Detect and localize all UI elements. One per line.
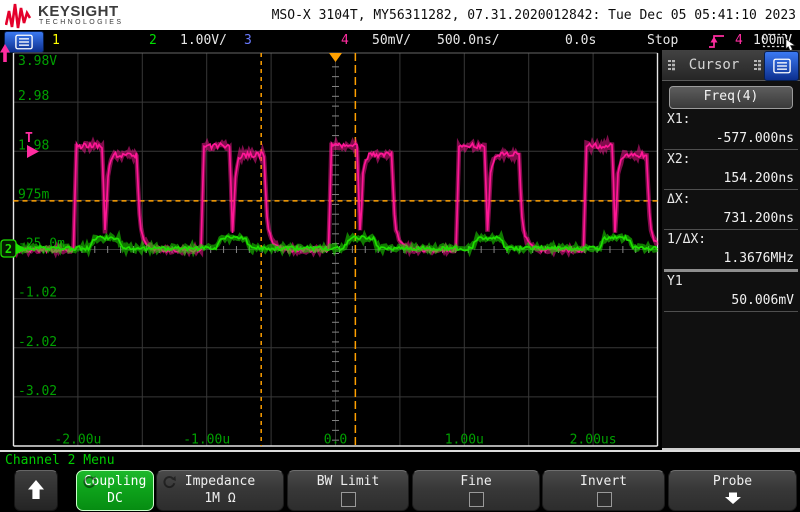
softkey-value: 1M Ω — [157, 491, 283, 506]
offscreen-marker-up-icon — [0, 44, 11, 63]
softkey-impedance[interactable]: Impedance1M Ω — [156, 470, 284, 511]
down-arrow-icon — [724, 492, 742, 505]
status-bar: 121.00V/3450mV/500.0ns/0.0sStop4100mV — [0, 30, 800, 52]
brand-name: KEYSIGHT — [38, 3, 119, 20]
status-ch1-label[interactable]: 1 — [52, 33, 60, 48]
cursor-row-label: Y1 — [667, 274, 683, 289]
softkey-fine[interactable]: Fine — [412, 470, 540, 511]
softkey-label: Probe — [669, 474, 796, 489]
trigger-edge-icon[interactable] — [708, 33, 725, 50]
cursor-row-value[interactable]: -577.000ns — [716, 131, 794, 146]
cursor-panel-menu-button[interactable] — [764, 51, 799, 81]
status-ch3-label[interactable]: 3 — [244, 33, 252, 48]
up-arrow-icon — [26, 479, 46, 501]
selection-tool-icon[interactable] — [762, 32, 798, 51]
time-reference-marker[interactable] — [329, 53, 342, 62]
cursor-row-1x: 1/ΔX: 1.3676MHz — [664, 230, 798, 272]
v-axis-label: -3.02 — [18, 384, 57, 399]
top-bar: KEYSIGHT TECHNOLOGIES MSO-X 3104T, MY563… — [0, 0, 800, 30]
status-timebase[interactable]: 500.0ns/ — [437, 33, 500, 48]
waveform-display: 3.98V2.981.98975m-25.0m-1.02-2.02-3.02-2… — [0, 52, 661, 450]
cursor-row-label: X2: — [667, 152, 690, 167]
t-axis-label: 0.0 — [324, 433, 347, 448]
cursor-readouts: X1: -577.000ns X2: 154.200ns ΔX: 731.200ns 1/Δ… — [664, 110, 798, 312]
status-ch4-label[interactable]: 4 — [341, 33, 349, 48]
softkey-probe[interactable]: Probe — [668, 470, 797, 511]
ch2-ground-badge-label: 2 — [5, 242, 12, 256]
hamburger-menu-icon — [771, 57, 793, 75]
cursor-row-x: ΔX: 731.200ns — [664, 190, 798, 230]
softkey-coupling[interactable]: CouplingDC — [76, 470, 154, 511]
softkey-label: Invert — [543, 474, 664, 489]
status-ch2-scale[interactable]: 1.00V/ — [180, 33, 227, 48]
softkey-value: DC — [77, 491, 153, 506]
cursor-row-label: 1/ΔX: — [667, 232, 706, 247]
menu-back-button[interactable] — [14, 470, 58, 511]
cursor-mode-button[interactable]: Freq(4) — [669, 86, 793, 109]
t-axis-label: 2.00us — [570, 433, 617, 448]
cursor-row-value[interactable]: 154.200ns — [724, 171, 794, 186]
softkey-bw-limit[interactable]: BW Limit — [287, 470, 409, 511]
softkey-checkbox[interactable] — [469, 492, 484, 507]
menu-separator-line — [0, 450, 800, 452]
status-run-state[interactable]: Stop — [647, 33, 678, 48]
softkey-invert[interactable]: Invert — [542, 470, 665, 511]
v-axis-label: -1.02 — [18, 286, 57, 301]
status-ch2-label[interactable]: 2 — [149, 33, 157, 48]
menu-title: Channel 2 Menu — [5, 453, 115, 468]
oscilloscope-screen: { "header": { "brand": "KEYSIGHT", "bran… — [0, 0, 800, 512]
cursor-row-value[interactable]: 50.006mV — [731, 293, 794, 308]
v-axis-label: 2.98 — [18, 89, 49, 104]
t-axis-label: 1.00u — [445, 433, 484, 448]
brand-subtitle: TECHNOLOGIES — [39, 19, 123, 26]
panel-drag-grip-right[interactable] — [754, 60, 757, 71]
cursor-row-label: X1: — [667, 112, 690, 127]
cursor-panel-title: Cursor — [662, 57, 766, 73]
cursor-row-label: ΔX: — [667, 192, 690, 207]
softkey-checkbox[interactable] — [341, 492, 356, 507]
status-trigger-delay[interactable]: 0.0s — [565, 33, 596, 48]
v-axis-label: -2.02 — [18, 335, 57, 350]
softkey-checkbox[interactable] — [597, 492, 612, 507]
cycle-icon — [82, 475, 97, 490]
instrument-title: MSO-X 3104T, MY56311282, 07.31.202001284… — [272, 8, 796, 23]
status-trigger-source[interactable]: 4 — [735, 33, 743, 48]
cursor-row-x2: X2: 154.200ns — [664, 150, 798, 190]
keysight-logo-icon — [5, 1, 33, 29]
cursor-row-x1: X1: -577.000ns — [664, 110, 798, 150]
cursor-row-value[interactable]: 731.200ns — [724, 211, 794, 226]
trigger-level-marker-label: T — [25, 131, 33, 146]
status-ch4-scale[interactable]: 50mV/ — [372, 33, 411, 48]
cycle-icon — [162, 475, 177, 490]
t-axis-label: -1.00u — [183, 433, 230, 448]
cursor-row-value[interactable]: 1.3676MHz — [724, 251, 794, 266]
cursor-panel: Cursor Freq(4) X1: -577.000ns X2: 154.200ns… — [662, 50, 800, 450]
hamburger-menu-icon — [13, 33, 35, 51]
v-axis-label: 3.98V — [18, 54, 57, 69]
t-axis-label: -2.00u — [54, 433, 101, 448]
softkey-label: BW Limit — [288, 474, 408, 489]
softkey-label: Fine — [413, 474, 539, 489]
cursor-row-y1: Y1 50.006mV — [664, 272, 798, 312]
